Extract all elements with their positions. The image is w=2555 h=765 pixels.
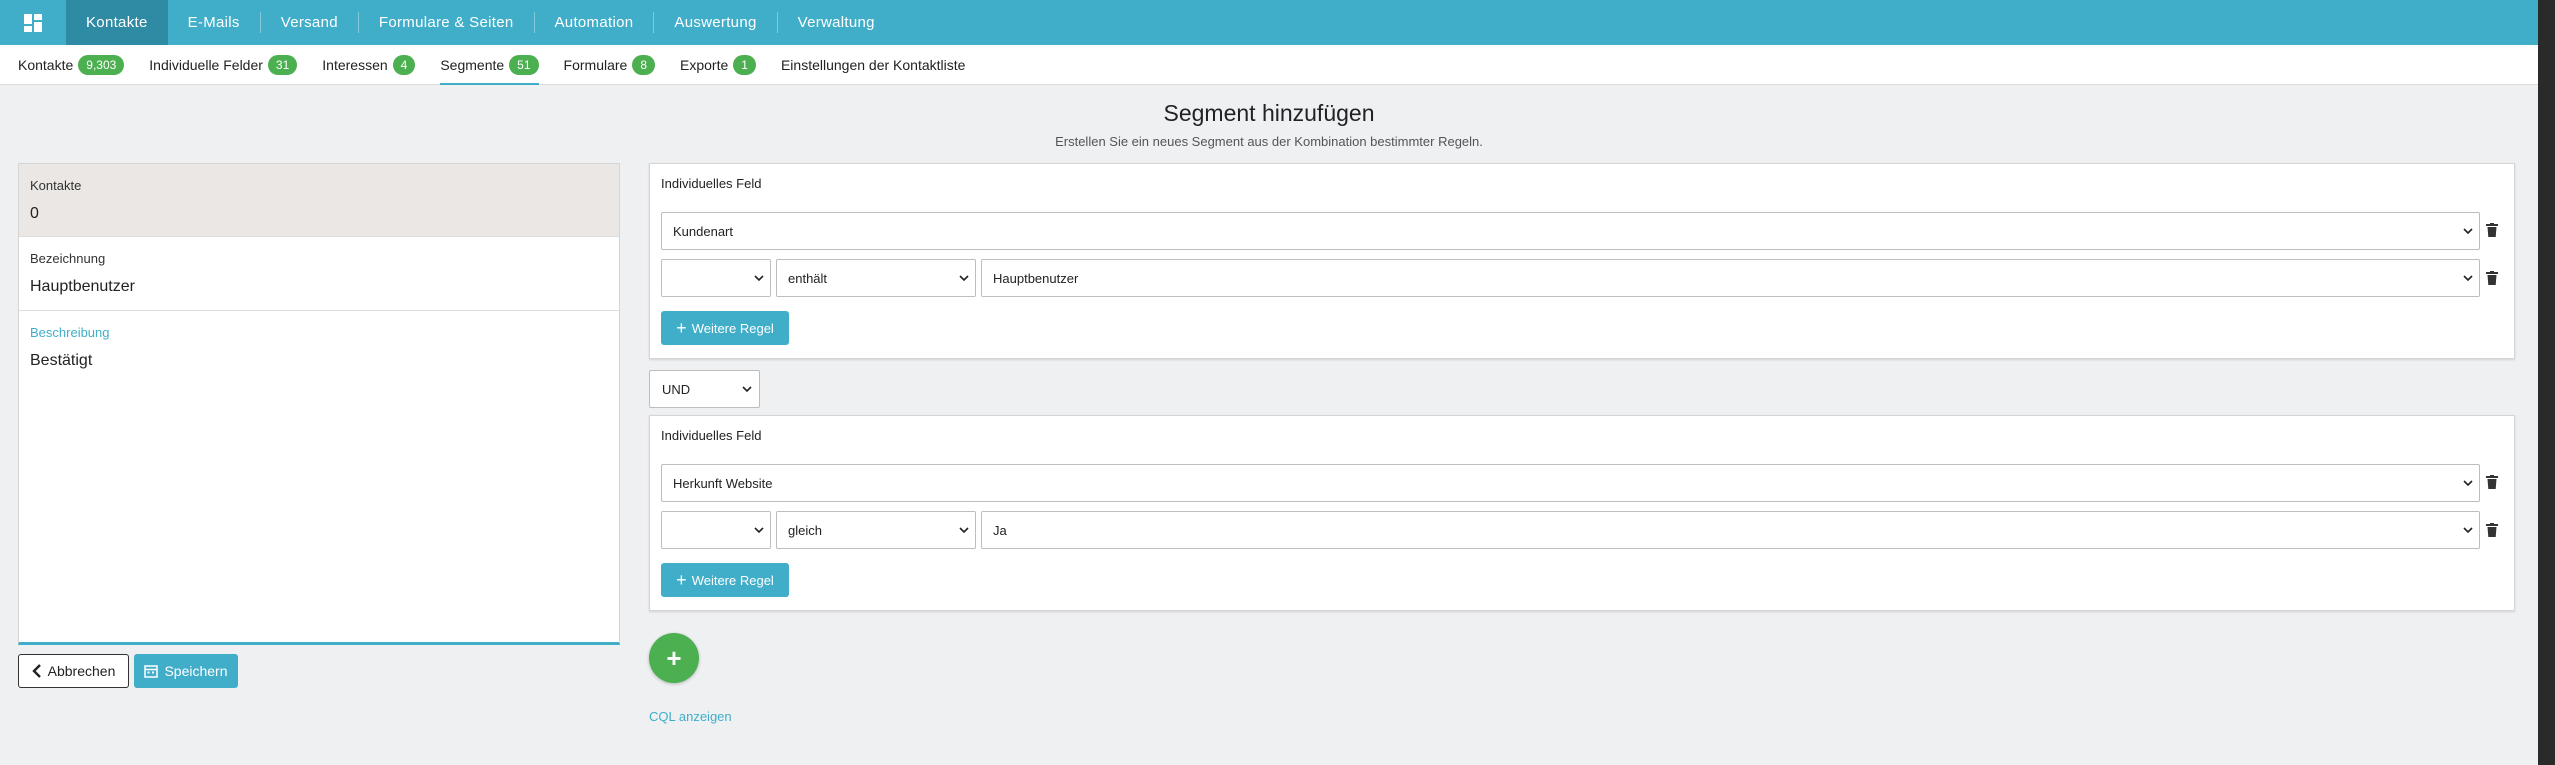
count-badge: 8 [632, 54, 656, 75]
top-navigation: Kontakte E-Mails Versand Formulare & Sei… [0, 0, 2538, 45]
count-badge: 4 [392, 54, 416, 75]
nav-item-auswertung[interactable]: Auswertung [654, 0, 776, 45]
rule-group-title: Individuelles Feld [661, 428, 762, 443]
contacts-count-block: Kontakte 0 [19, 164, 619, 237]
rule-prefix-select[interactable] [661, 259, 771, 297]
add-group-button[interactable]: + [649, 633, 699, 683]
operator-select[interactable]: gleich [776, 511, 976, 549]
trash-icon[interactable] [2486, 223, 2498, 237]
count-badge: 31 [267, 54, 298, 75]
rule-group-card: Individuelles Feld Herkunft Website glei… [649, 415, 2515, 611]
operator-value: enthält [788, 270, 828, 286]
chevron-down-icon [754, 527, 764, 534]
chevron-left-icon [31, 664, 41, 678]
subnav-item-kontakte[interactable]: Kontakte 9,303 [18, 45, 125, 85]
operator-select[interactable]: enthält [776, 259, 976, 297]
chevron-down-icon [2463, 275, 2473, 282]
save-label: Speichern [164, 663, 228, 679]
field-select-value: Herkunft Website [673, 475, 773, 491]
value-select-value: Ja [993, 522, 1007, 538]
cancel-label: Abbrechen [47, 663, 116, 679]
description-field[interactable]: Beschreibung Bestätigt [19, 311, 619, 384]
subnav-label: Interessen [322, 56, 388, 73]
add-rule-button[interactable]: + Weitere Regel [661, 563, 789, 597]
subnav-label: Kontakte [18, 56, 74, 73]
add-rule-button[interactable]: + Weitere Regel [661, 311, 789, 345]
description-input[interactable]: Bestätigt [30, 352, 608, 370]
page-title: Segment hinzufügen [1163, 100, 1375, 126]
subnav-label: Individuelle Felder [149, 56, 263, 73]
subnav-item-exporte[interactable]: Exporte 1 [680, 45, 756, 85]
rule-group-title: Individuelles Feld [661, 176, 762, 191]
description-label: Beschreibung [30, 325, 110, 340]
combinator-select[interactable]: UND [649, 370, 760, 408]
chevron-down-icon [959, 527, 969, 534]
page-subtitle: Erstellen Sie ein neues Segment aus der … [1055, 134, 1483, 149]
plus-icon: + [676, 318, 687, 338]
chevron-down-icon [2463, 527, 2473, 534]
nav-item-emails[interactable]: E-Mails [168, 0, 260, 45]
add-rule-label: Weitere Regel [691, 572, 774, 588]
trash-icon[interactable] [2486, 271, 2498, 285]
chevron-down-icon [2463, 228, 2473, 235]
subnav-item-formulare[interactable]: Formulare 8 [563, 45, 656, 85]
name-input[interactable]: Hauptbenutzer [30, 278, 608, 296]
value-select[interactable]: Hauptbenutzer [981, 259, 2480, 297]
trash-icon[interactable] [2486, 523, 2498, 537]
rule-group-card: Individuelles Feld Kundenart enthält Hau… [649, 163, 2515, 359]
calendar-icon [144, 665, 159, 678]
chevron-down-icon [2463, 480, 2473, 487]
subnav-label: Formulare [563, 56, 628, 73]
field-select[interactable]: Kundenart [661, 212, 2480, 250]
trash-icon[interactable] [2486, 475, 2498, 489]
combinator-value: UND [662, 381, 691, 397]
operator-value: gleich [788, 522, 822, 538]
chevron-down-icon [754, 275, 764, 282]
sub-navigation: Kontakte 9,303 Individuelle Felder 31 In… [0, 45, 2538, 85]
plus-icon: + [676, 570, 687, 590]
field-select-value: Kundenart [673, 223, 733, 239]
name-label: Bezeichnung [30, 251, 106, 266]
contacts-label: Kontakte [30, 178, 82, 193]
subnav-label: Exporte [680, 56, 729, 73]
nav-item-automation[interactable]: Automation [535, 0, 654, 45]
chevron-down-icon [959, 275, 969, 282]
show-cql-link[interactable]: CQL anzeigen [649, 709, 732, 724]
value-select-value: Hauptbenutzer [993, 270, 1079, 286]
subnav-item-segmente[interactable]: Segmente 51 [440, 45, 539, 85]
segment-details-panel: Kontakte 0 Bezeichnung Hauptbenutzer Bes… [18, 163, 620, 645]
dashboard-grid-icon[interactable] [0, 0, 66, 45]
field-select[interactable]: Herkunft Website [661, 464, 2480, 502]
nav-item-versand[interactable]: Versand [261, 0, 358, 45]
count-badge: 51 [509, 54, 539, 75]
app-window: Kontakte E-Mails Versand Formulare & Sei… [0, 0, 2538, 765]
nav-item-formulare-seiten[interactable]: Formulare & Seiten [359, 0, 534, 45]
cancel-button[interactable]: Abbrechen [18, 654, 129, 688]
subnav-item-interessen[interactable]: Interessen 4 [322, 45, 416, 85]
chevron-down-icon [742, 386, 752, 393]
subnav-label: Einstellungen der Kontaktliste [780, 56, 966, 73]
subnav-item-einstellungen[interactable]: Einstellungen der Kontaktliste [781, 45, 965, 85]
nav-item-kontakte[interactable]: Kontakte [66, 0, 168, 45]
name-field[interactable]: Bezeichnung Hauptbenutzer [19, 237, 619, 311]
nav-item-verwaltung[interactable]: Verwaltung [778, 0, 895, 45]
count-badge: 1 [733, 54, 756, 75]
count-badge: 9,303 [78, 54, 125, 75]
rule-prefix-select[interactable] [661, 511, 771, 549]
save-button[interactable]: Speichern [134, 654, 238, 688]
subnav-label: Segmente [440, 56, 505, 73]
subnav-item-individuelle-felder[interactable]: Individuelle Felder 31 [149, 45, 298, 85]
add-rule-label: Weitere Regel [691, 320, 774, 336]
value-select[interactable]: Ja [981, 511, 2480, 549]
contacts-count: 0 [30, 205, 39, 222]
